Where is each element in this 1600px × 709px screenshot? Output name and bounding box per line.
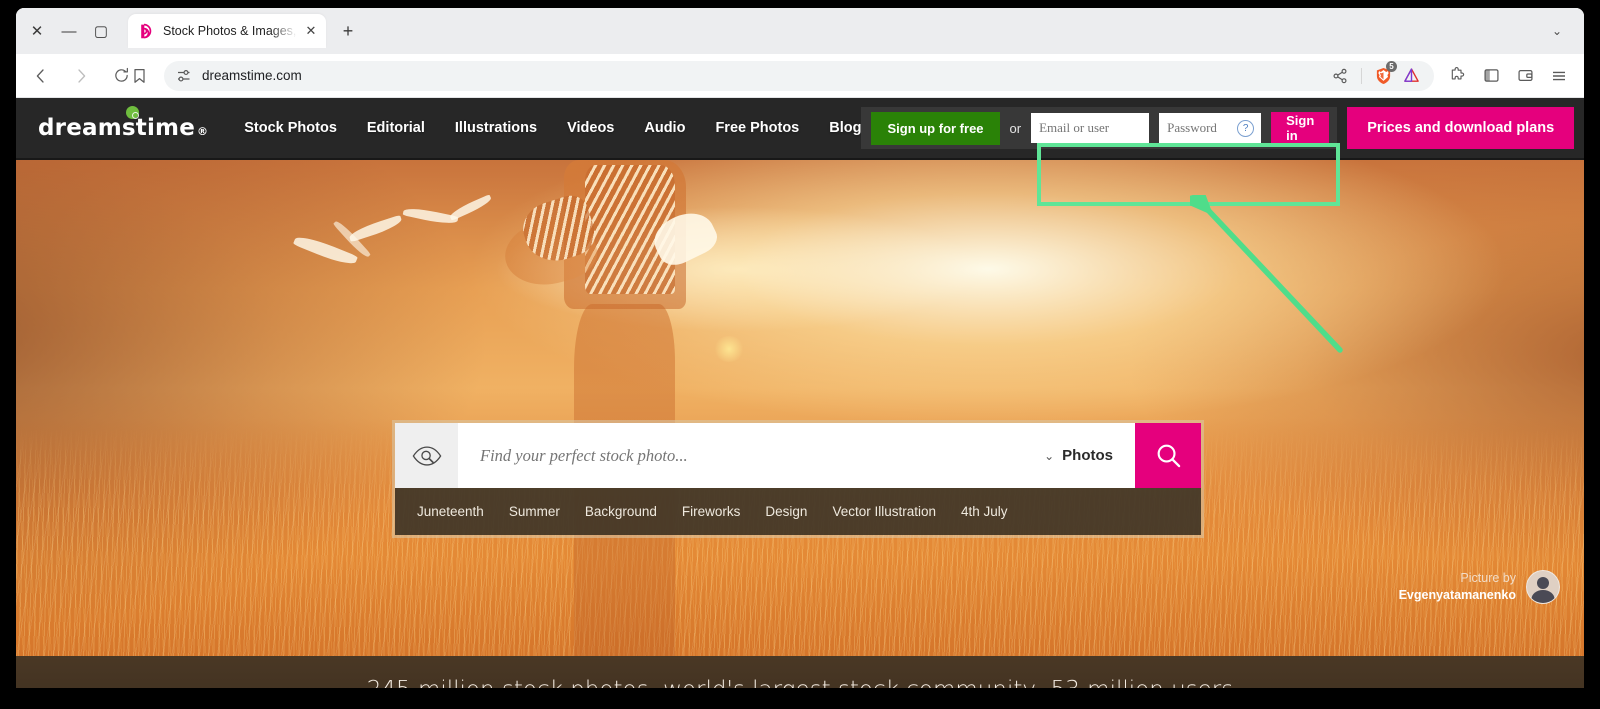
extensions-icon[interactable] — [1442, 61, 1472, 91]
search-row: ⌄ Photos — [395, 423, 1201, 488]
auth-area: Sign up for free or ? Sign in Prices and… — [861, 107, 1575, 149]
forward-button[interactable] — [66, 61, 96, 91]
share-icon[interactable] — [1327, 63, 1353, 89]
window-close-button[interactable]: ✕ — [22, 16, 52, 46]
hero-section: Picture by Evgenyatamanenko — [16, 160, 1584, 656]
logo-registered-mark: ® — [197, 125, 209, 138]
sidebar-icon[interactable] — [1476, 61, 1506, 91]
nav-link-free-photos[interactable]: Free Photos — [715, 120, 799, 136]
search-type-selector[interactable]: ⌄ Photos — [1044, 447, 1135, 464]
browser-tab[interactable]: Stock Photos & Images, V ✕ — [128, 14, 326, 48]
tab-strip: ✕ — ▢ Stock Photos & Images, V ✕ + ⌄ — [16, 8, 1584, 54]
toolbar-right-actions — [1442, 61, 1574, 91]
search-icon — [1157, 444, 1180, 468]
nav-link-stock-photos[interactable]: Stock Photos — [244, 120, 337, 136]
picture-credit-author[interactable]: Evgenyatamanenko — [1399, 587, 1516, 604]
search-submit-button[interactable] — [1135, 423, 1201, 488]
browser-toolbar: dreamstime.com 5 — [16, 54, 1584, 98]
trending-link-4th-july[interactable]: 4th July — [961, 504, 1008, 519]
url-bar[interactable]: dreamstime.com 5 — [133, 60, 1434, 91]
stats-headline: 245 million stock photos, world's larges… — [367, 677, 1234, 688]
hero-search-widget: ⌄ Photos Juneteenth Summer Background Fi… — [392, 420, 1204, 538]
picture-credit: Picture by Evgenyatamanenko — [1399, 570, 1560, 604]
toolbar-divider — [1361, 67, 1362, 84]
logo-green-badge-icon — [126, 106, 139, 119]
prices-and-download-plans-button[interactable]: Prices and download plans — [1347, 107, 1575, 149]
tab-close-icon[interactable]: ✕ — [302, 22, 320, 40]
nav-link-blog[interactable]: Blog — [829, 120, 861, 136]
stats-strip: 245 million stock photos, world's larges… — [16, 656, 1584, 688]
password-field-group: ? — [1159, 113, 1262, 143]
tab-list-chevron-down-icon[interactable]: ⌄ — [1544, 18, 1570, 44]
trending-link-vector-illustration[interactable]: Vector Illustration — [832, 504, 936, 519]
browser-window: ✕ — ▢ Stock Photos & Images, V ✕ + ⌄ dre… — [16, 8, 1584, 688]
brave-rewards-icon[interactable] — [1398, 63, 1424, 89]
logo-text: dreamstime — [38, 115, 196, 141]
nav-link-illustrations[interactable]: Illustrations — [455, 120, 537, 136]
trending-link-fireworks[interactable]: Fireworks — [682, 504, 741, 519]
or-separator-label: or — [1009, 120, 1022, 136]
eye-search-icon[interactable] — [395, 423, 458, 488]
wallet-icon[interactable] — [1510, 61, 1540, 91]
nav-link-editorial[interactable]: Editorial — [367, 120, 425, 136]
nav-link-videos[interactable]: Videos — [567, 120, 614, 136]
brave-shields-icon[interactable]: 5 — [1370, 60, 1397, 89]
picture-credit-prefix: Picture by — [1460, 571, 1516, 586]
site-nav-links: Stock Photos Editorial Illustrations Vid… — [244, 120, 861, 136]
dreamstime-logo[interactable]: dreamstime ® — [38, 106, 209, 141]
help-question-icon[interactable]: ? — [1237, 119, 1255, 137]
hero-branch-decoration — [283, 194, 534, 279]
search-input[interactable] — [480, 445, 1045, 466]
email-or-user-input[interactable] — [1031, 113, 1150, 143]
nav-link-audio[interactable]: Audio — [644, 120, 685, 136]
chevron-down-icon: ⌄ — [1044, 448, 1055, 463]
urlbar-actions: 5 — [1327, 60, 1424, 89]
site-settings-icon[interactable] — [170, 68, 198, 84]
url-text: dreamstime.com — [202, 68, 302, 83]
trending-link-juneteenth[interactable]: Juneteenth — [417, 504, 484, 519]
picture-credit-text: Picture by Evgenyatamanenko — [1399, 570, 1516, 604]
sign-up-for-free-button[interactable]: Sign up for free — [871, 111, 1000, 145]
dreamstime-favicon-icon — [138, 23, 155, 40]
window-controls: ✕ — ▢ — [22, 16, 116, 46]
bookmark-icon[interactable] — [126, 63, 152, 89]
browser-menu-icon[interactable] — [1544, 61, 1574, 91]
hero-lens-flare — [713, 336, 744, 363]
shields-blocked-count-badge: 5 — [1386, 60, 1397, 72]
trending-link-design[interactable]: Design — [765, 504, 807, 519]
new-tab-button[interactable]: + — [334, 17, 362, 45]
trending-link-background[interactable]: Background — [585, 504, 657, 519]
trending-searches-row: Juneteenth Summer Background Fireworks D… — [395, 488, 1201, 535]
back-button[interactable] — [26, 61, 56, 91]
avatar[interactable] — [1526, 570, 1560, 604]
tab-title: Stock Photos & Images, V — [163, 24, 300, 38]
password-input[interactable] — [1159, 113, 1238, 143]
window-minimize-button[interactable]: — — [54, 16, 84, 46]
page-viewport: Picture by Evgenyatamanenko dreamstime ®… — [16, 98, 1584, 688]
window-maximize-button[interactable]: ▢ — [86, 16, 116, 46]
site-navbar: dreamstime ® Stock Photos Editorial Illu… — [16, 98, 1584, 158]
sign-in-button[interactable]: Sign in — [1271, 112, 1330, 144]
trending-link-summer[interactable]: Summer — [509, 504, 560, 519]
signin-form: Sign up for free or ? Sign in — [861, 107, 1338, 149]
search-type-label: Photos — [1062, 447, 1113, 464]
search-input-wrap: ⌄ Photos — [458, 423, 1135, 488]
